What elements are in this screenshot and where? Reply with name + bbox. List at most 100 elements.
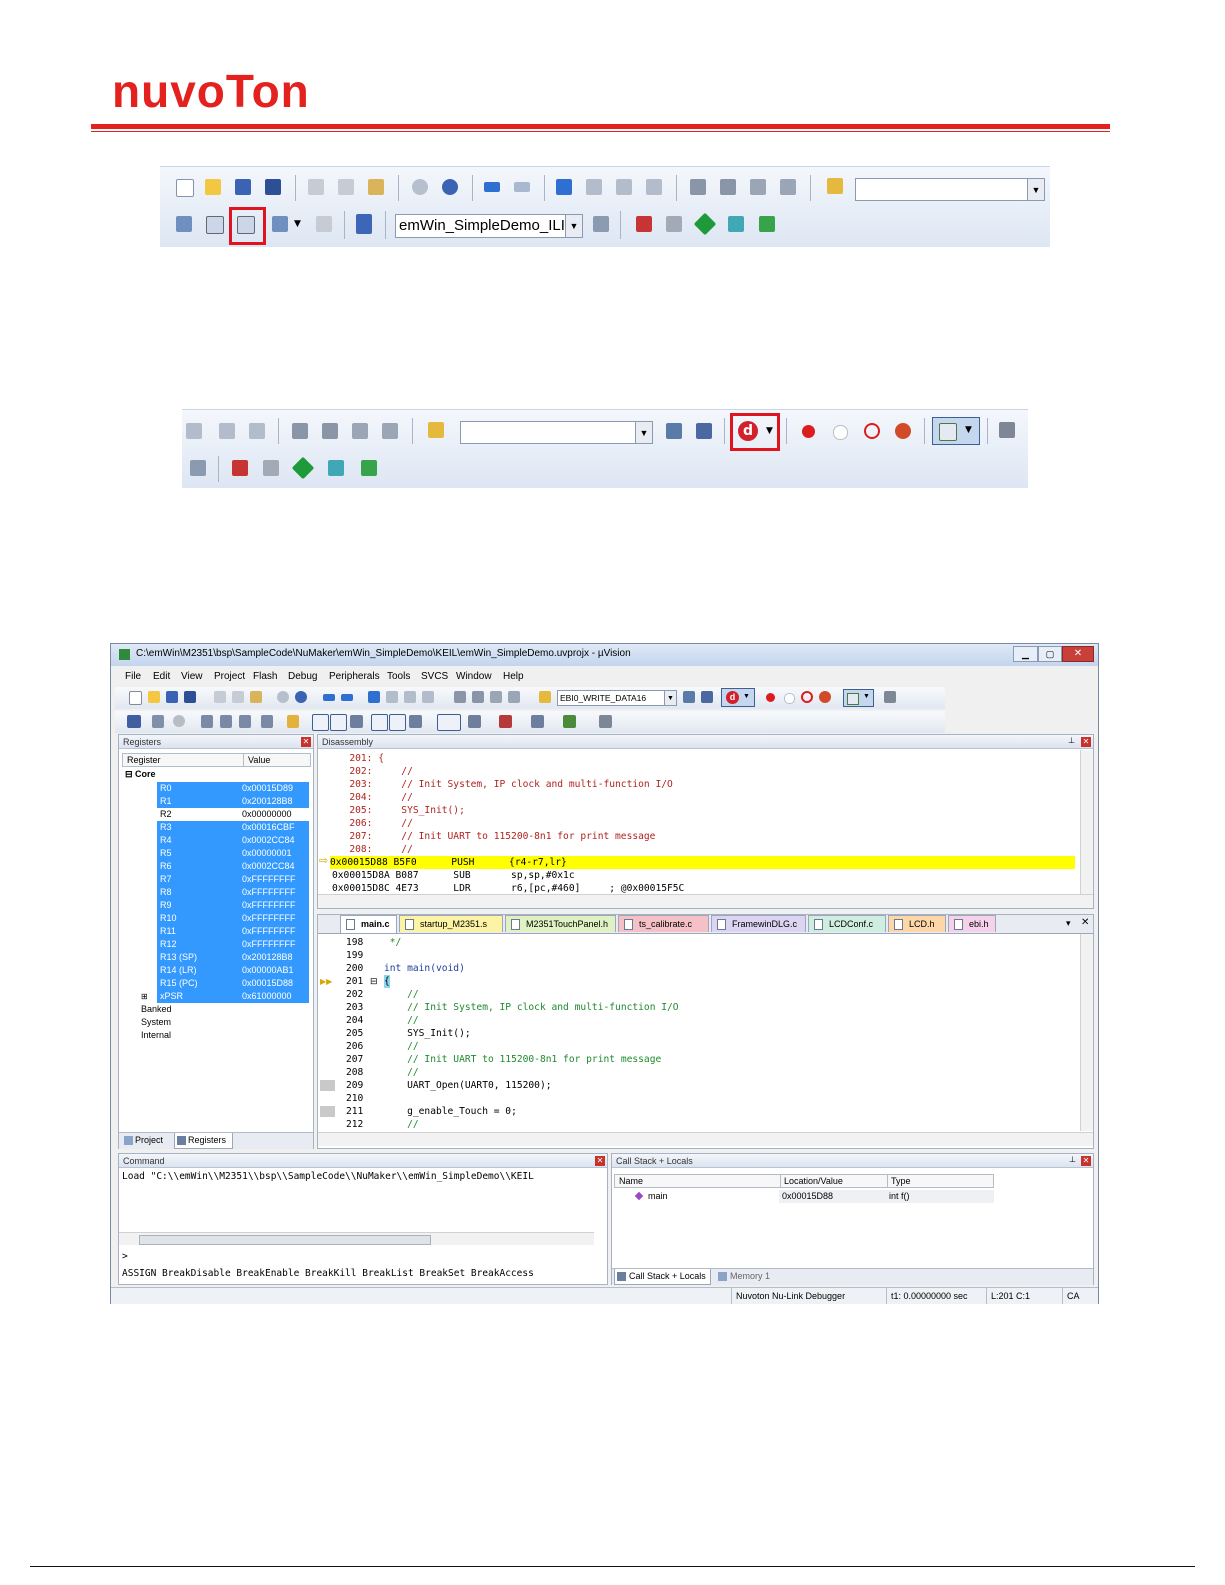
redo-icon[interactable] <box>442 179 458 195</box>
pack-installer-icon[interactable] <box>328 460 344 476</box>
step-icon[interactable] <box>201 715 213 728</box>
run-to-cursor-icon[interactable] <box>261 715 273 728</box>
vertical-scrollbar[interactable] <box>1080 750 1093 894</box>
menu-project[interactable]: Project <box>214 669 245 685</box>
clear-bookmarks-icon[interactable] <box>422 691 434 703</box>
navigate-back-icon[interactable] <box>323 694 335 701</box>
redo-icon[interactable] <box>295 691 307 703</box>
cut-icon[interactable] <box>214 691 226 703</box>
register-row[interactable]: R14 (LR) 0x00000AB1 <box>119 964 313 977</box>
unindent-icon[interactable] <box>720 179 736 195</box>
prev-bookmark-icon[interactable] <box>186 423 202 439</box>
debug-session-icon[interactable]: d <box>738 421 758 441</box>
find-combo[interactable]: ▼ <box>855 178 1045 201</box>
menu-help[interactable]: Help <box>503 669 524 685</box>
source-line[interactable]: 202 // <box>318 988 1078 1001</box>
navigate-back-icon[interactable] <box>484 182 500 192</box>
menu-edit[interactable]: Edit <box>153 669 170 685</box>
step-over-icon[interactable] <box>220 715 232 728</box>
uncomment-icon[interactable] <box>382 423 398 439</box>
tab-startup-m2351-s[interactable]: startup_M2351.s <box>399 915 503 932</box>
tab-framewindlg-c[interactable]: FramewinDLG.c <box>711 915 806 932</box>
find-combo[interactable]: EBI0_WRITE_DATA16 ▼ <box>557 690 677 706</box>
download-icon[interactable] <box>356 214 372 234</box>
debug-session-button[interactable]: d ▼ <box>721 688 755 707</box>
horizontal-scrollbar[interactable] <box>318 1132 1093 1146</box>
source-line[interactable]: 203 // Init System, IP clock and multi-f… <box>318 1001 1078 1014</box>
register-row[interactable]: R7 0xFFFFFFFF <box>119 873 313 886</box>
next-bookmark-icon[interactable] <box>616 179 632 195</box>
source-line[interactable]: 201 {▶▶ ⊟ <box>318 975 1078 988</box>
enable-breakpoint-icon[interactable] <box>833 425 848 440</box>
fold-icon[interactable]: ⊟ <box>370 975 378 988</box>
memory-windows-icon[interactable] <box>437 714 461 731</box>
tab-ebi-h[interactable]: ebi.h <box>948 915 996 932</box>
close-icon[interactable]: ✕ <box>301 737 311 747</box>
horizontal-scrollbar[interactable] <box>318 894 1093 908</box>
tab-lcd-h[interactable]: LCD.h <box>888 915 946 932</box>
find-in-files-icon[interactable] <box>539 691 551 703</box>
source-line[interactable]: 209 UART_Open(UART0, 115200); <box>318 1079 1078 1092</box>
clear-bookmarks-icon[interactable] <box>646 179 662 195</box>
cut-icon[interactable] <box>308 179 324 195</box>
tab-registers[interactable]: Registers <box>174 1133 234 1149</box>
wrench-icon[interactable] <box>884 691 896 703</box>
register-row[interactable]: R13 (SP) 0x200128B8 <box>119 951 313 964</box>
close-button[interactable]: ✕ <box>1062 646 1094 662</box>
source-line[interactable]: 205 SYS_Init(); <box>318 1027 1078 1040</box>
incremental-find-icon[interactable] <box>666 423 682 439</box>
menu-svcs[interactable]: SVCS <box>421 669 448 685</box>
reset-icon[interactable] <box>127 715 141 728</box>
register-row[interactable]: R10 0xFFFFFFFF <box>119 912 313 925</box>
target-select[interactable]: emWin_SimpleDemo_ILI9 ▼ <box>395 214 583 238</box>
find-combo[interactable]: ▼ <box>460 421 653 444</box>
save-icon[interactable] <box>166 691 178 703</box>
paste-icon[interactable] <box>250 691 262 703</box>
register-row[interactable]: R3 0x00016CBF <box>119 821 313 834</box>
manage-rte-icon[interactable] <box>291 456 315 480</box>
disassembly-line[interactable]: 0x00015D8C 4E73 LDR r6,[pc,#460] ; @0x00… <box>332 882 1077 894</box>
pin-icon[interactable]: ⊥ <box>1069 1155 1076 1164</box>
select-packs-icon[interactable] <box>263 460 279 476</box>
prev-bookmark-icon[interactable] <box>386 691 398 703</box>
register-row[interactable]: R4 0x0002CC84 <box>119 834 313 847</box>
chevron-down-icon[interactable]: ▼ <box>1027 179 1044 200</box>
menu-view[interactable]: View <box>181 669 203 685</box>
tab-list-dropdown[interactable]: ▾ <box>1066 918 1071 929</box>
expand-icon[interactable]: ⊞ <box>141 990 148 1003</box>
tab-ts-calibrate-c[interactable]: ts_calibrate.c <box>618 915 709 932</box>
kill-all-breakpoints-icon[interactable] <box>895 423 911 439</box>
stop-build-icon[interactable] <box>316 216 332 232</box>
menu-tools[interactable]: Tools <box>387 669 410 685</box>
menu-peripherals[interactable]: Peripherals <box>329 669 380 685</box>
disassembly-line[interactable]: 207: // Init UART to 115200-8n1 for prin… <box>332 830 1077 843</box>
source-line[interactable]: 212 // <box>318 1118 1078 1131</box>
horizontal-scrollbar[interactable] <box>119 1232 594 1245</box>
source-line[interactable]: 198 */ <box>318 936 1078 949</box>
window-layout-button[interactable]: ▼ <box>843 689 874 707</box>
symbols-window-icon[interactable] <box>350 715 363 728</box>
show-next-statement-icon[interactable] <box>287 715 299 728</box>
watch-windows-icon[interactable] <box>409 715 422 728</box>
batch-build-icon[interactable] <box>272 216 288 232</box>
menu-flash[interactable]: Flash <box>253 669 277 685</box>
pack-installer-icon[interactable] <box>728 216 744 232</box>
disassembly-line[interactable]: 201: { <box>332 752 1077 765</box>
navigate-forward-icon[interactable] <box>341 694 353 701</box>
comment-icon[interactable] <box>352 423 368 439</box>
callstack-row[interactable]: main 0x00015D88 int f() <box>614 1190 994 1203</box>
menu-file[interactable]: File <box>125 669 141 685</box>
scrollbar-thumb[interactable] <box>139 1235 431 1245</box>
paste-icon[interactable] <box>368 179 384 195</box>
tab-project[interactable]: Project <box>122 1134 163 1147</box>
undo-icon[interactable] <box>412 179 428 195</box>
tab-main-c[interactable]: main.c <box>340 915 397 933</box>
register-row[interactable]: R9 0xFFFFFFFF <box>119 899 313 912</box>
breakpoint-margin-marker[interactable] <box>320 1106 335 1117</box>
disassembly-line[interactable]: 0x00015D88 B5F0 PUSH {r4-r7,lr} <box>330 856 1075 869</box>
register-row[interactable]: xPSR 0x61000000 ⊞ <box>119 990 313 1003</box>
target-options-icon[interactable] <box>593 216 609 232</box>
pack-update-icon[interactable] <box>759 216 775 232</box>
configure-icon[interactable] <box>701 691 713 703</box>
insert-breakpoint-icon[interactable] <box>802 425 815 438</box>
